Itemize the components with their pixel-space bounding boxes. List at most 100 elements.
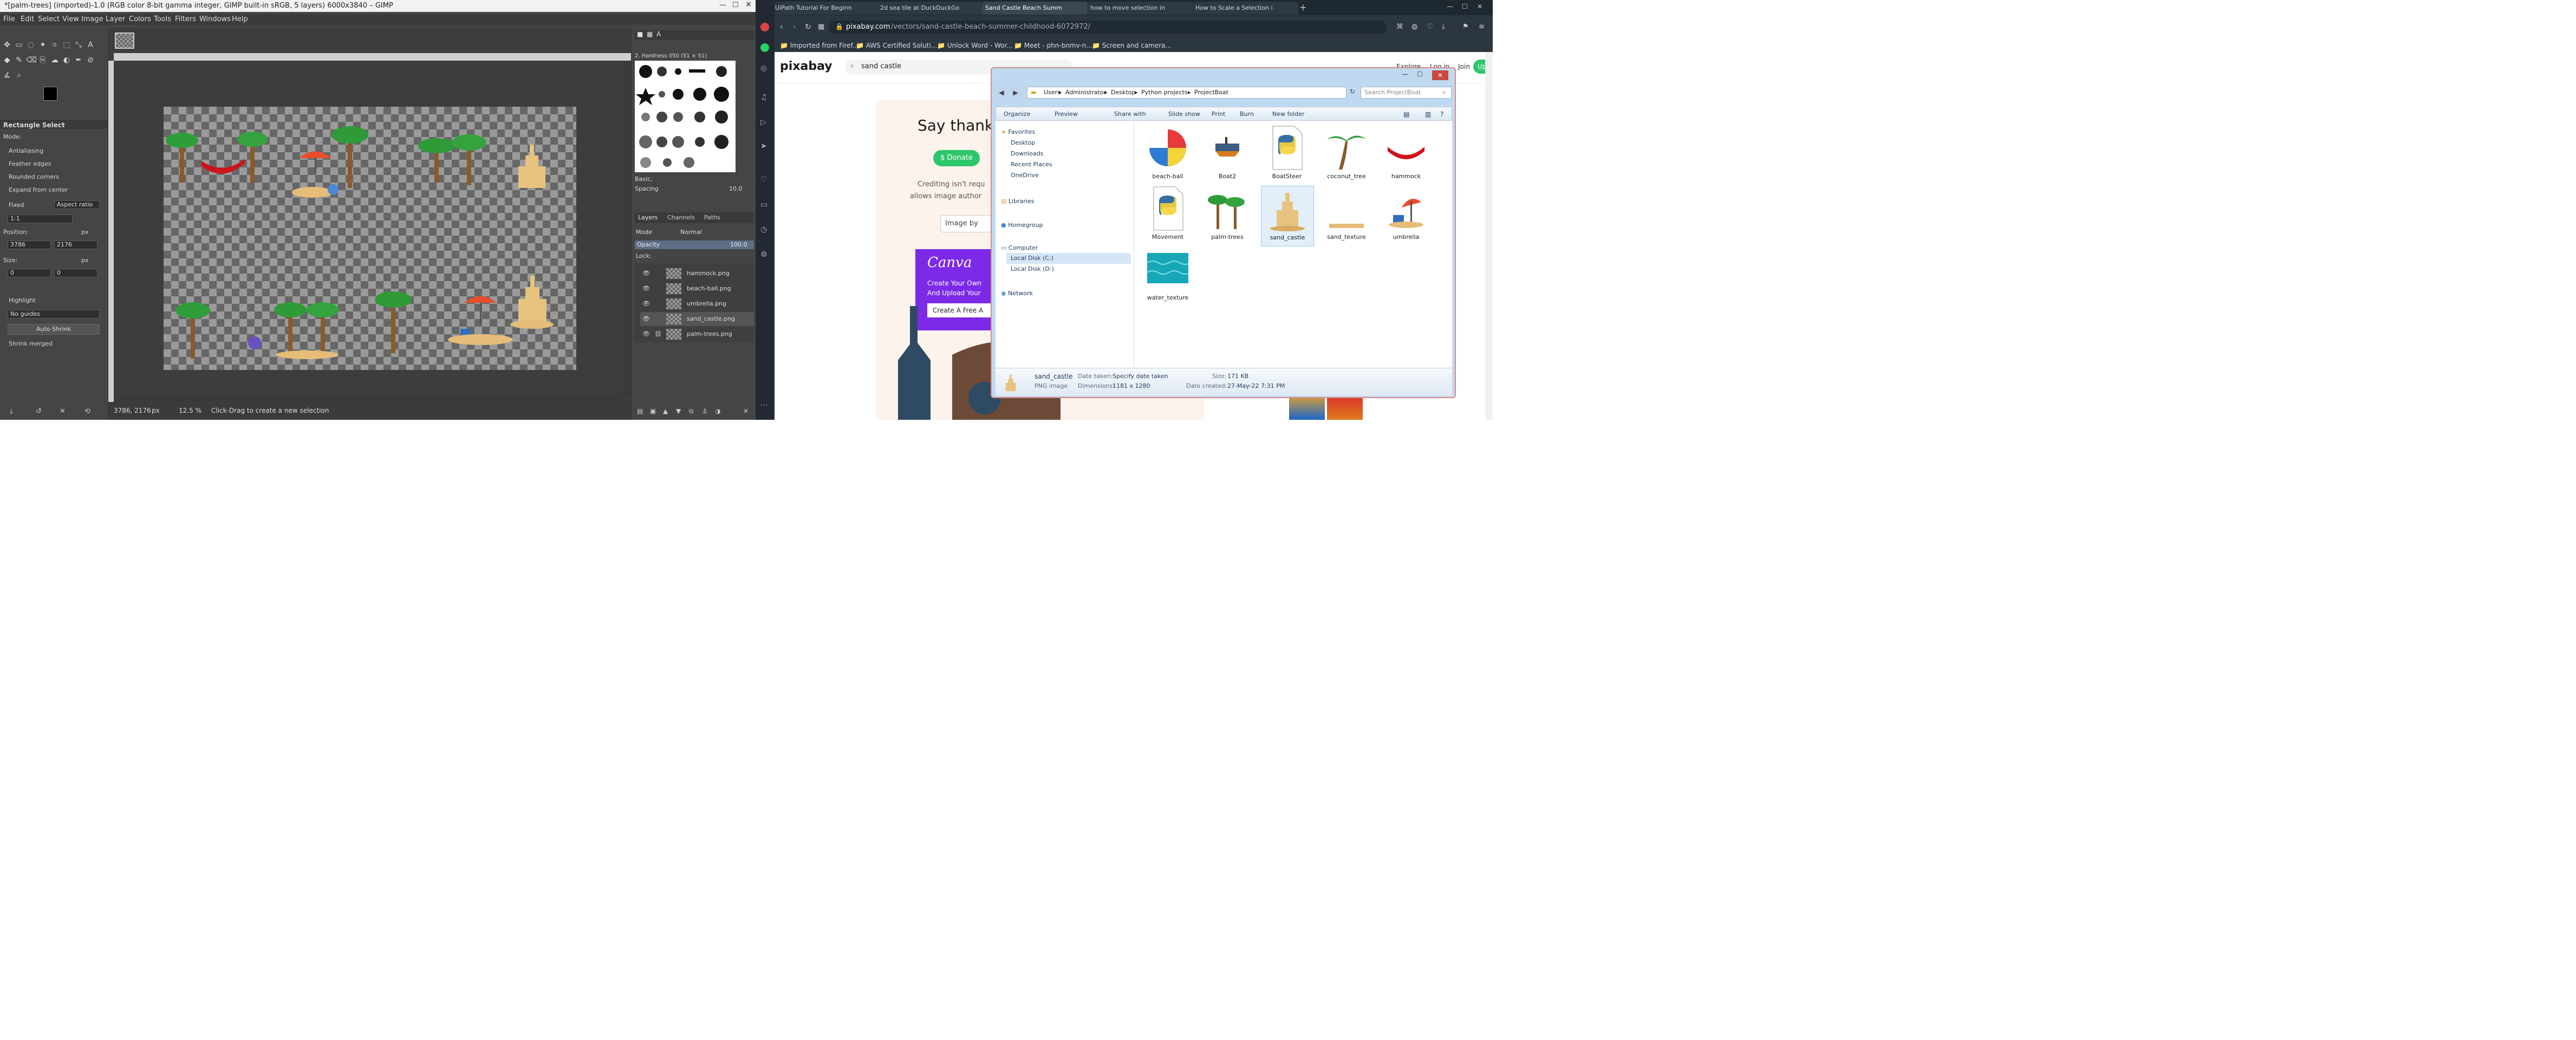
- smudge-tool-icon[interactable]: ☁: [50, 55, 60, 65]
- close-icon[interactable]: ✕: [745, 1, 752, 9]
- close-icon[interactable]: ✕: [1432, 70, 1448, 80]
- preview-button[interactable]: Preview: [1055, 107, 1078, 121]
- back-icon[interactable]: ‹: [780, 23, 783, 31]
- eye-icon[interactable]: 👁: [642, 327, 650, 341]
- file-item[interactable]: Boat2: [1201, 125, 1253, 185]
- bookmark-item[interactable]: 📁 Screen and camera...: [1092, 39, 1172, 52]
- new-layer-group-icon[interactable]: ▤: [637, 407, 643, 415]
- menu-windows[interactable]: Windows: [199, 14, 231, 25]
- dodge-tool-icon[interactable]: ◐: [62, 55, 71, 65]
- rect-select-tool-icon[interactable]: ▭: [14, 40, 24, 50]
- foreground-color[interactable]: [43, 87, 57, 101]
- vpn-icon[interactable]: ◍: [1411, 23, 1417, 31]
- crop-tool-icon[interactable]: ⌗: [50, 40, 60, 50]
- layer-row-selected[interactable]: 👁 sand_castle.png: [640, 312, 754, 326]
- breadcrumb-item[interactable]: Python projects: [1141, 87, 1188, 98]
- file-item[interactable]: Movement: [1142, 186, 1194, 245]
- fixed-checkbox[interactable]: Fixed: [9, 202, 24, 209]
- eye-icon[interactable]: 👁: [642, 282, 650, 296]
- print-button[interactable]: Print: [1212, 107, 1225, 121]
- bookmark-item[interactable]: 📁 Imported from Firef...: [780, 39, 858, 52]
- reset-options-icon[interactable]: ⟲: [84, 407, 90, 415]
- layer-row[interactable]: 👁 umbrella.png: [640, 297, 754, 311]
- rounded-corners-checkbox[interactable]: Rounded corners: [9, 173, 59, 180]
- player-icon[interactable]: ▷: [760, 118, 766, 127]
- menu-select[interactable]: Select: [38, 14, 60, 25]
- chain-icon[interactable]: ⛓: [654, 327, 662, 341]
- new-layer-icon[interactable]: ▣: [650, 407, 656, 415]
- instagram-icon[interactable]: ◎: [760, 64, 767, 73]
- text-tool-icon[interactable]: A: [86, 40, 95, 50]
- tab-duckduckgo[interactable]: 2d sea tile at DuckDuckGo: [877, 2, 983, 15]
- libraries-item[interactable]: ▤ Libraries: [1001, 197, 1034, 206]
- close-icon[interactable]: ✕: [1477, 3, 1482, 10]
- menu-icon[interactable]: ≡: [1479, 23, 1485, 31]
- extensions-icon[interactable]: ⚑: [1462, 23, 1469, 31]
- pixabay-logo[interactable]: pixabay: [780, 60, 832, 73]
- minimize-icon[interactable]: —: [719, 1, 726, 9]
- thumbnail-preview[interactable]: [1327, 394, 1363, 420]
- breadcrumb[interactable]: ▬ Users ▸ Administrator ▸ Desktop ▸ Pyth…: [1027, 87, 1346, 99]
- back-icon[interactable]: ◀: [996, 87, 1007, 99]
- forward-icon[interactable]: ▶: [1010, 87, 1022, 99]
- layer-row[interactable]: 👁 hammock.png: [640, 266, 754, 281]
- help-icon[interactable]: ?: [1440, 107, 1443, 121]
- settings-icon[interactable]: ⚙: [760, 250, 767, 259]
- nav-item-onedrive[interactable]: OneDrive: [1011, 171, 1039, 180]
- camera-icon[interactable]: ⌘: [1396, 23, 1403, 31]
- nav-item-drive-d[interactable]: Local Disk (D:): [1011, 264, 1054, 274]
- send-icon[interactable]: ➤: [760, 142, 767, 151]
- opacity-slider[interactable]: Opacity 100.0: [635, 240, 754, 249]
- reload-icon[interactable]: ↻: [805, 23, 811, 31]
- menu-help[interactable]: Help: [232, 14, 248, 25]
- fixed-mode-select[interactable]: Aspect ratio: [54, 200, 100, 209]
- maximize-icon[interactable]: ☐: [1417, 70, 1423, 78]
- forward-icon[interactable]: ›: [793, 23, 796, 31]
- network-item[interactable]: ◉ Network: [1001, 289, 1033, 298]
- nav-item-recent[interactable]: Recent Places: [1011, 160, 1052, 170]
- computer-item[interactable]: ▭ Computer: [1001, 243, 1038, 253]
- transform-tool-icon[interactable]: ⬚: [62, 40, 71, 50]
- zoom-select[interactable]: 12.5 %: [179, 402, 201, 420]
- save-options-icon[interactable]: ⤓: [10, 407, 13, 415]
- new-folder-button[interactable]: New folder: [1272, 107, 1304, 121]
- ratio-field[interactable]: 1:1: [8, 214, 73, 223]
- unit-select[interactable]: px: [152, 402, 160, 420]
- shrink-merged-checkbox[interactable]: Shrink merged: [9, 340, 53, 347]
- file-item[interactable]: hammock: [1380, 125, 1432, 185]
- attribution-field[interactable]: Image by: [940, 215, 991, 232]
- breadcrumb-item[interactable]: Desktop: [1111, 87, 1135, 98]
- tab-uipath[interactable]: UiPath Tutorial For Beginn: [772, 2, 878, 15]
- breadcrumb-item[interactable]: ProjectBoat: [1194, 87, 1228, 98]
- delete-layer-icon[interactable]: ✕: [743, 407, 749, 415]
- nav-item-downloads[interactable]: Downloads: [1011, 149, 1043, 159]
- layer-mode-select[interactable]: Normal: [680, 229, 702, 236]
- thumbnail-preview[interactable]: [1289, 394, 1325, 420]
- clone-tool-icon[interactable]: ⎘: [38, 55, 48, 65]
- tab-channels[interactable]: Channels: [667, 214, 695, 221]
- menu-colors[interactable]: Colors: [129, 14, 151, 25]
- file-item-selected[interactable]: sand_castle: [1261, 186, 1314, 246]
- eye-icon[interactable]: 👁: [642, 312, 650, 326]
- file-item[interactable]: palm-trees: [1201, 186, 1253, 245]
- layer-row[interactable]: 👁 beach-ball.png: [640, 282, 754, 296]
- measure-tool-icon[interactable]: ∡: [2, 70, 12, 80]
- horizontal-scrollbar[interactable]: [114, 394, 623, 402]
- tab-layers[interactable]: Layers: [638, 214, 658, 221]
- messenger-icon[interactable]: [760, 23, 769, 31]
- zoom-tool-icon[interactable]: ⌕: [14, 70, 24, 80]
- donate-button[interactable]: $ Donate: [933, 150, 980, 166]
- image-canvas[interactable]: [164, 107, 576, 370]
- move-tool-icon[interactable]: ✥: [2, 40, 12, 50]
- file-item[interactable]: coconut_tree: [1320, 125, 1372, 185]
- paintbrush-icon[interactable]: ✎: [14, 55, 24, 65]
- maximize-icon[interactable]: ☐: [732, 1, 739, 9]
- refresh-icon[interactable]: ↻: [1350, 88, 1355, 95]
- organize-button[interactable]: Organize: [1004, 107, 1030, 121]
- position-unit[interactable]: px: [81, 229, 89, 236]
- fuzzy-select-tool-icon[interactable]: ✦: [38, 40, 48, 50]
- duplicate-layer-icon[interactable]: ⧉: [689, 407, 694, 415]
- file-item[interactable]: BoatSteer: [1261, 125, 1313, 185]
- view-options-icon[interactable]: ▤: [1403, 107, 1409, 121]
- color-picker-icon[interactable]: ⊘: [86, 55, 95, 65]
